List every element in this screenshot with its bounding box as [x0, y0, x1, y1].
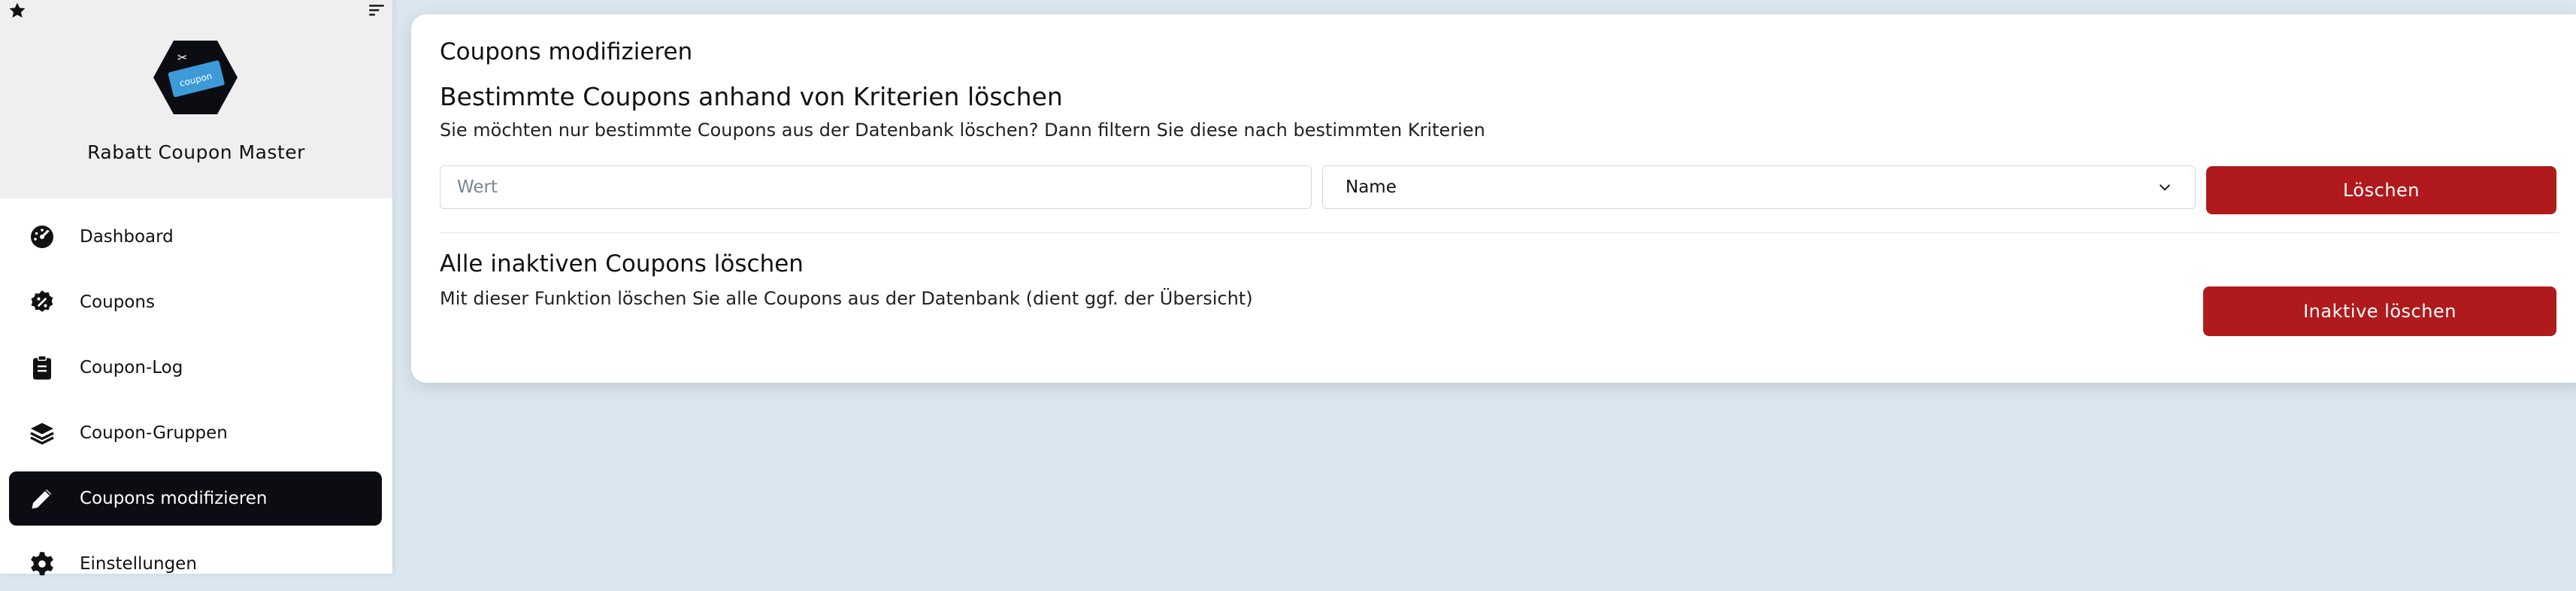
gear-icon [27, 549, 57, 579]
sidebar-item-coupon-log[interactable]: Coupon-Log [9, 341, 382, 395]
sidebar-item-coupons-modifizieren[interactable]: Coupons modifizieren [9, 471, 382, 526]
sidebar-item-coupon-gruppen[interactable]: Coupon-Gruppen [9, 406, 382, 460]
percent-badge-icon [27, 287, 57, 317]
sidebar-item-label: Dashboard [80, 227, 174, 247]
app-logo: coupon ✂ [153, 41, 238, 114]
sidebar-item-einstellungen[interactable]: Einstellungen [9, 537, 382, 591]
modify-coupons-card: Coupons modifizieren Bestimmte Coupons a… [411, 14, 2576, 383]
value-input[interactable] [440, 165, 1312, 209]
sidebar-item-label: Coupon-Log [80, 358, 183, 377]
clipboard-icon [27, 353, 57, 383]
delete-by-criteria-heading: Bestimmte Coupons anhand von Kriterien l… [440, 82, 1063, 111]
delete-button[interactable]: Löschen [2206, 166, 2556, 214]
section-divider [440, 232, 2559, 233]
sidebar-header: coupon ✂ Rabatt Coupon Master [0, 0, 392, 199]
sidebar: coupon ✂ Rabatt Coupon Master Dashboard … [0, 0, 392, 576]
sidebar-item-label: Coupon-Gruppen [80, 423, 228, 443]
page-title: Coupons modifizieren [440, 38, 693, 65]
dashboard-gauge-icon [27, 222, 57, 252]
svg-text:✂: ✂ [177, 50, 187, 65]
delete-inactive-heading: Alle inaktiven Coupons löschen [440, 250, 804, 277]
chevron-down-icon [2160, 184, 2170, 191]
sort-menu-icon[interactable] [367, 1, 386, 20]
sidebar-item-coupons[interactable]: Coupons [9, 275, 382, 329]
delete-by-criteria-description: Sie möchten nur bestimmte Coupons aus de… [440, 120, 1485, 141]
layers-icon [27, 418, 57, 448]
sidebar-item-label: Coupons modifizieren [80, 489, 268, 508]
delete-inactive-description: Mit dieser Funktion löschen Sie alle Cou… [440, 288, 1253, 309]
app-name: Rabatt Coupon Master [87, 141, 305, 163]
pencil-icon [27, 483, 57, 514]
sidebar-item-label: Einstellungen [80, 554, 197, 574]
sidebar-item-dashboard[interactable]: Dashboard [9, 210, 382, 264]
criteria-selected-value: Name [1346, 177, 1397, 197]
sidebar-item-label: Coupons [80, 292, 155, 312]
criteria-select[interactable]: Name [1322, 165, 2196, 209]
delete-inactive-button[interactable]: Inaktive löschen [2203, 286, 2556, 336]
star-icon[interactable] [8, 1, 27, 20]
